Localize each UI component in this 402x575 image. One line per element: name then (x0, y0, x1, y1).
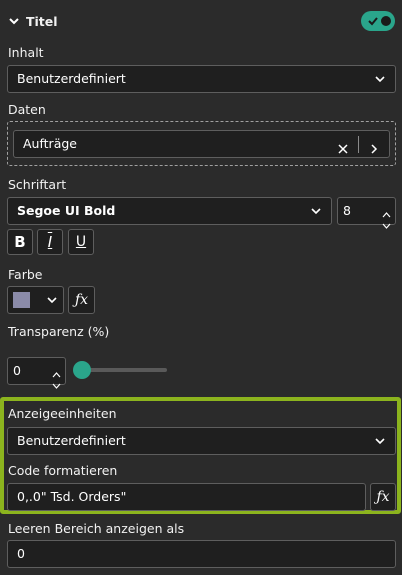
format-code-fx-button[interactable]: ƒx (370, 483, 396, 511)
stepper-up-icon[interactable] (382, 202, 391, 218)
chevron-down-icon (374, 66, 386, 92)
farbe-label: Farbe (8, 267, 43, 282)
daten-label: Daten (8, 102, 46, 117)
format-code-input[interactable]: 0,.0" Tsd. Orders" (7, 483, 366, 511)
section-header[interactable]: Titel (0, 10, 402, 34)
chevron-down-icon (310, 198, 322, 224)
inhalt-label: Inhalt (8, 45, 44, 60)
anzeigeeinheiten-label: Anzeigeeinheiten (8, 406, 117, 421)
daten-value: Aufträge (23, 136, 77, 151)
font-size-stepper[interactable]: 8 (337, 197, 396, 229)
leeren-label: Leeren Bereich anzeigen als (8, 521, 185, 536)
schriftart-label: Schriftart (8, 177, 67, 192)
transparency-stepper[interactable]: 0 (7, 357, 66, 389)
chevron-right-icon[interactable] (368, 138, 380, 154)
section-toggle[interactable] (361, 11, 395, 31)
code-label: Code formatieren (8, 463, 118, 478)
stepper-up-icon[interactable] (52, 362, 61, 378)
transparency-slider-thumb[interactable] (73, 361, 91, 379)
leeren-input[interactable]: 0 (7, 540, 396, 568)
toggle-knob (381, 16, 391, 26)
bold-button[interactable]: B (7, 229, 33, 255)
daten-field[interactable]: Aufträge (13, 130, 390, 158)
italic-icon: I (47, 233, 53, 251)
color-picker[interactable] (7, 286, 64, 314)
chevron-down-icon (46, 294, 58, 306)
close-icon[interactable] (337, 138, 349, 154)
fx-icon: ƒx (376, 489, 390, 505)
color-fx-button[interactable]: ƒx (68, 286, 95, 314)
inhalt-dropdown[interactable]: Benutzerdefiniert (7, 65, 396, 93)
stepper-down-icon[interactable] (382, 213, 391, 229)
chevron-down-icon (374, 428, 386, 454)
italic-button[interactable]: I (37, 229, 63, 255)
font-size-value: 8 (343, 203, 351, 218)
check-icon (367, 15, 379, 27)
color-swatch (13, 292, 30, 308)
divider (358, 136, 359, 153)
transparency-value: 0 (13, 363, 21, 378)
chevron-down-icon[interactable] (8, 15, 20, 27)
leeren-value: 0 (17, 546, 25, 561)
anzeigeeinheiten-dropdown[interactable]: Benutzerdefiniert (7, 427, 396, 455)
underline-button[interactable]: U (68, 229, 94, 255)
inhalt-value: Benutzerdefiniert (17, 71, 126, 86)
stepper-down-icon[interactable] (52, 373, 61, 389)
anzeigeeinheiten-value: Benutzerdefiniert (17, 433, 126, 448)
font-family-value: Segoe UI Bold (17, 203, 116, 218)
section-title: Titel (26, 14, 58, 29)
transparenz-label: Transparenz (%) (8, 324, 110, 339)
format-code-value: 0,.0" Tsd. Orders" (17, 489, 127, 504)
bold-icon: B (14, 233, 26, 251)
fx-icon: ƒx (74, 292, 89, 308)
font-family-dropdown[interactable]: Segoe UI Bold (7, 197, 332, 225)
underline-icon: U (75, 234, 87, 250)
